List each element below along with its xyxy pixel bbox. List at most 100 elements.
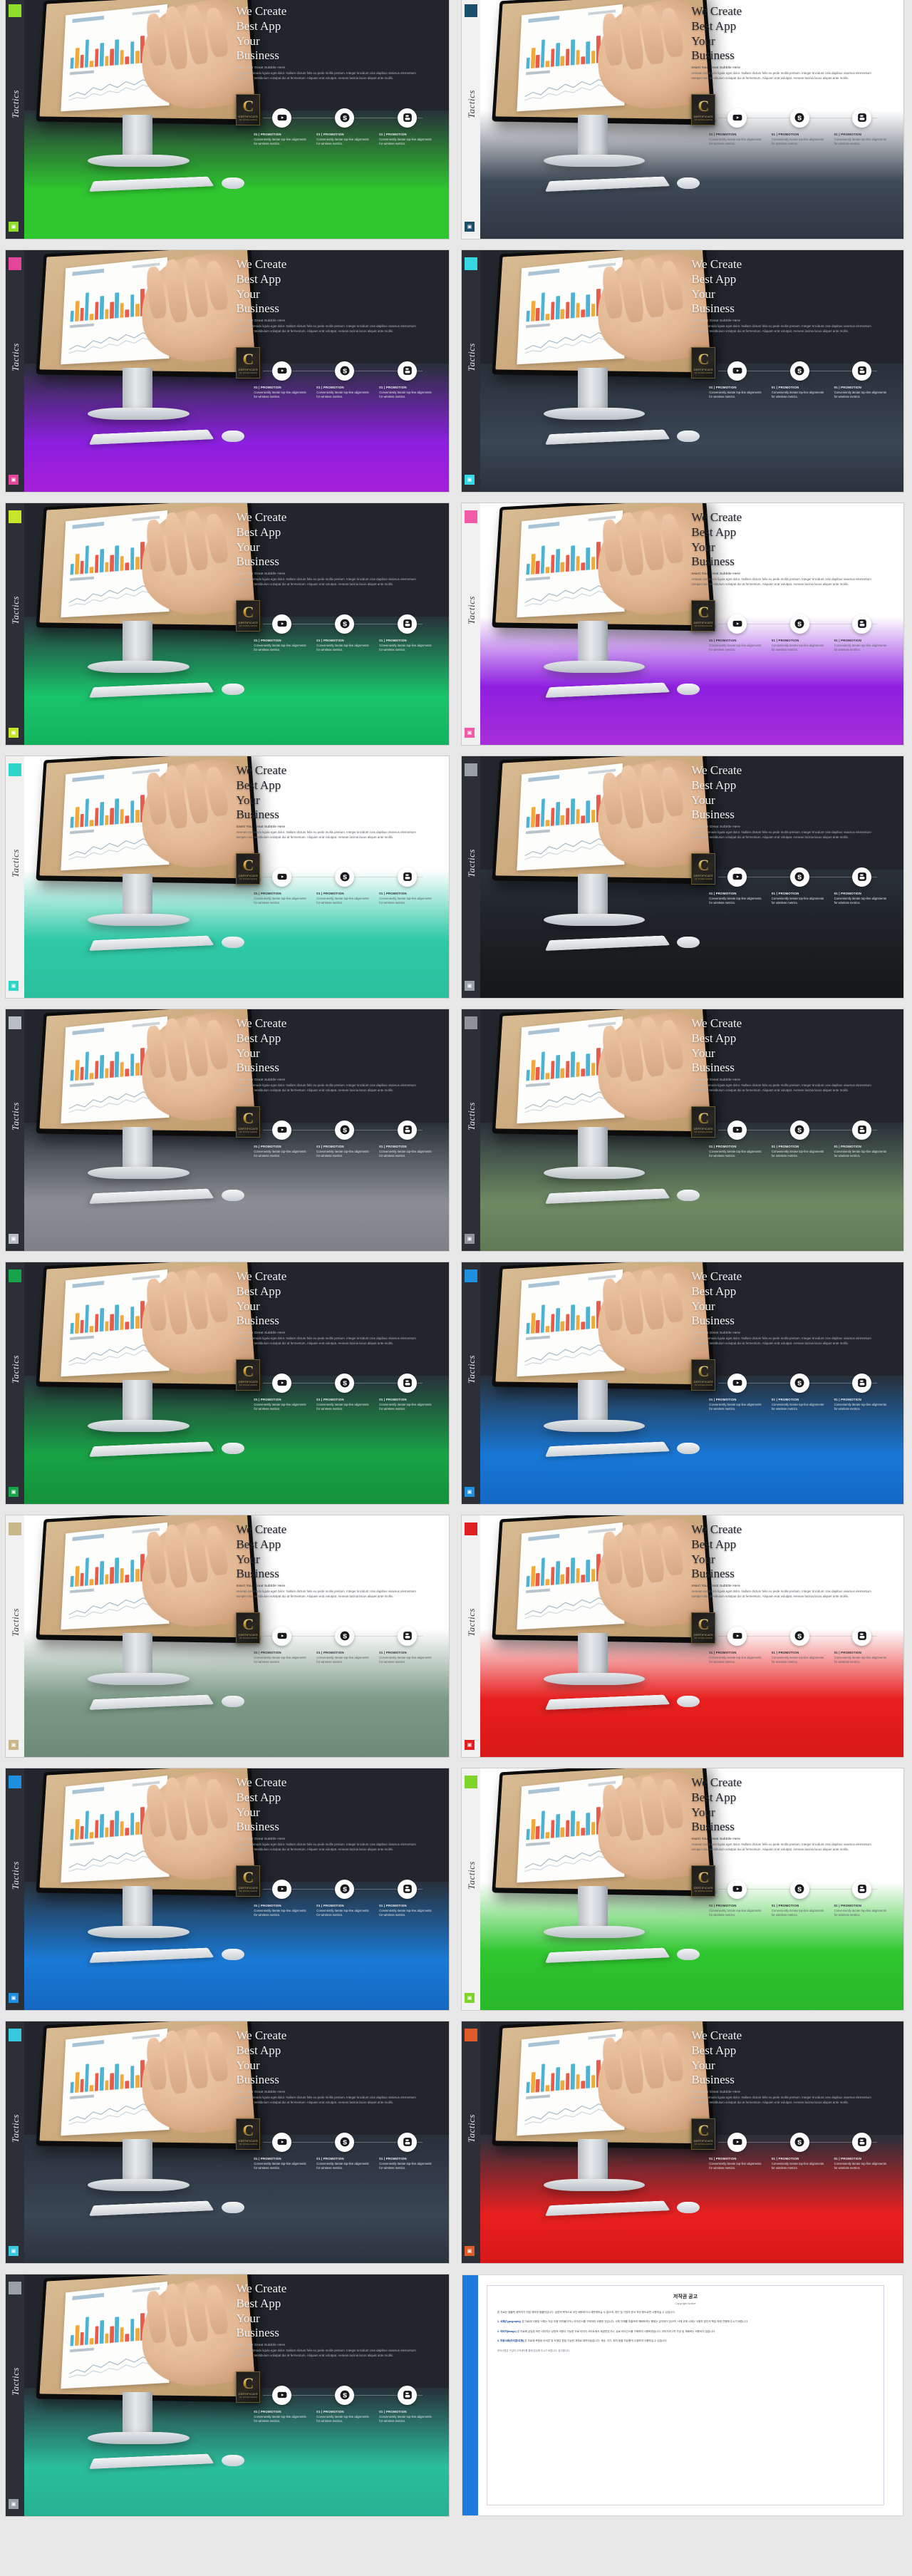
promo-item-1[interactable]: 01 | PROMOTION Conveniently iterate top-… xyxy=(254,867,310,906)
promo-item-1[interactable]: 01 | PROMOTION Conveniently iterate top-… xyxy=(254,614,310,653)
youtube-play-icon[interactable] xyxy=(272,1120,291,1140)
slide-thumbnail-19[interactable]: Tactics ▣ We Create Best App Your Busine… xyxy=(6,2274,449,2516)
promo-item-2[interactable]: 01 | PROMOTION Conveniently iterate top-… xyxy=(316,1627,373,1665)
promo-item-1[interactable]: 01 | PROMOTION Conveniently iterate top-… xyxy=(709,108,765,147)
promo-item-2[interactable]: 01 | PROMOTION Conveniently iterate top-… xyxy=(316,361,373,400)
promo-item-3[interactable]: 01 | PROMOTION Conveniently iterate top-… xyxy=(834,1374,891,1412)
youtube-play-icon[interactable] xyxy=(272,1880,291,1899)
slide-thumbnail-10[interactable]: Tactics ▣ We Create Best App Your Busine… xyxy=(462,1009,903,1251)
slide-thumbnail-5[interactable]: Tactics ▣ We Create Best App Your Busine… xyxy=(6,503,449,745)
blogger-icon[interactable] xyxy=(398,867,417,887)
blogger-icon[interactable] xyxy=(398,1880,417,1899)
youtube-play-icon[interactable] xyxy=(727,1880,747,1899)
blogger-icon[interactable] xyxy=(398,614,417,634)
promo-item-3[interactable]: 01 | PROMOTION Conveniently iterate top-… xyxy=(834,614,891,653)
skype-icon[interactable] xyxy=(790,108,809,128)
youtube-play-icon[interactable] xyxy=(272,108,291,128)
skype-icon[interactable] xyxy=(790,2133,809,2152)
promo-item-3[interactable]: 01 | PROMOTION Conveniently iterate top-… xyxy=(379,1627,435,1665)
promo-item-2[interactable]: 01 | PROMOTION Conveniently iterate top-… xyxy=(316,2133,373,2171)
blogger-icon[interactable] xyxy=(852,1880,871,1899)
skype-icon[interactable] xyxy=(335,867,354,887)
promo-item-1[interactable]: 01 | PROMOTION Conveniently iterate top-… xyxy=(709,867,765,906)
slide-thumbnail-7[interactable]: Tactics ▣ We Create Best App Your Busine… xyxy=(6,756,449,998)
slide-thumbnail-8[interactable]: Tactics ▣ We Create Best App Your Busine… xyxy=(462,756,903,998)
promo-item-1[interactable]: 01 | PROMOTION Conveniently iterate top-… xyxy=(709,614,765,653)
promo-item-2[interactable]: 01 | PROMOTION Conveniently iterate top-… xyxy=(316,108,373,147)
promo-item-2[interactable]: 01 | PROMOTION Conveniently iterate top-… xyxy=(772,361,828,400)
blogger-icon[interactable] xyxy=(398,1120,417,1140)
promo-item-2[interactable]: 01 | PROMOTION Conveniently iterate top-… xyxy=(316,614,373,653)
youtube-play-icon[interactable] xyxy=(727,2133,747,2152)
promo-item-3[interactable]: 01 | PROMOTION Conveniently iterate top-… xyxy=(379,614,435,653)
skype-icon[interactable] xyxy=(335,1627,354,1646)
blogger-icon[interactable] xyxy=(398,1374,417,1393)
youtube-play-icon[interactable] xyxy=(272,1627,291,1646)
blogger-icon[interactable] xyxy=(398,1627,417,1646)
skype-icon[interactable] xyxy=(335,1880,354,1899)
slide-thumbnail-6[interactable]: Tactics ▣ We Create Best App Your Busine… xyxy=(462,503,903,745)
slide-thumbnail-13[interactable]: Tactics ▣ We Create Best App Your Busine… xyxy=(6,1515,449,1757)
blogger-icon[interactable] xyxy=(852,867,871,887)
promo-item-3[interactable]: 01 | PROMOTION Conveniently iterate top-… xyxy=(379,1120,435,1159)
copyright-slide[interactable]: 저작권 공고 Copyright Notice 본 자료는 템플릿 제작자가 직… xyxy=(462,2274,903,2516)
skype-icon[interactable] xyxy=(790,1880,809,1899)
promo-item-1[interactable]: 01 | PROMOTION Conveniently iterate top-… xyxy=(254,1120,310,1159)
promo-item-3[interactable]: 01 | PROMOTION Conveniently iterate top-… xyxy=(379,1880,435,1918)
promo-item-1[interactable]: 01 | PROMOTION Conveniently iterate top-… xyxy=(254,108,310,147)
promo-item-3[interactable]: 01 | PROMOTION Conveniently iterate top-… xyxy=(379,2133,435,2171)
youtube-play-icon[interactable] xyxy=(272,2133,291,2152)
promo-item-1[interactable]: 01 | PROMOTION Conveniently iterate top-… xyxy=(709,2133,765,2171)
promo-item-3[interactable]: 01 | PROMOTION Conveniently iterate top-… xyxy=(834,1627,891,1665)
youtube-play-icon[interactable] xyxy=(727,1120,747,1140)
promo-item-2[interactable]: 01 | PROMOTION Conveniently iterate top-… xyxy=(316,867,373,906)
slide-thumbnail-9[interactable]: Tactics ▣ We Create Best App Your Busine… xyxy=(6,1009,449,1251)
promo-item-1[interactable]: 01 | PROMOTION Conveniently iterate top-… xyxy=(709,1880,765,1918)
promo-item-3[interactable]: 01 | PROMOTION Conveniently iterate top-… xyxy=(379,867,435,906)
blogger-icon[interactable] xyxy=(852,1627,871,1646)
slide-thumbnail-15[interactable]: Tactics ▣ We Create Best App Your Busine… xyxy=(6,1768,449,2010)
blogger-icon[interactable] xyxy=(852,614,871,634)
youtube-play-icon[interactable] xyxy=(727,108,747,128)
skype-icon[interactable] xyxy=(335,361,354,381)
blogger-icon[interactable] xyxy=(398,108,417,128)
skype-icon[interactable] xyxy=(335,1374,354,1393)
promo-item-1[interactable]: 01 | PROMOTION Conveniently iterate top-… xyxy=(709,361,765,400)
promo-item-1[interactable]: 01 | PROMOTION Conveniently iterate top-… xyxy=(709,1120,765,1159)
promo-item-1[interactable]: 01 | PROMOTION Conveniently iterate top-… xyxy=(254,2386,310,2424)
promo-item-3[interactable]: 01 | PROMOTION Conveniently iterate top-… xyxy=(379,2386,435,2424)
promo-item-1[interactable]: 01 | PROMOTION Conveniently iterate top-… xyxy=(709,1374,765,1412)
slide-thumbnail-11[interactable]: Tactics ▣ We Create Best App Your Busine… xyxy=(6,1262,449,1504)
promo-item-3[interactable]: 01 | PROMOTION Conveniently iterate top-… xyxy=(379,361,435,400)
promo-item-3[interactable]: 01 | PROMOTION Conveniently iterate top-… xyxy=(834,361,891,400)
promo-item-1[interactable]: 01 | PROMOTION Conveniently iterate top-… xyxy=(254,361,310,400)
slide-thumbnail-16[interactable]: Tactics ▣ We Create Best App Your Busine… xyxy=(462,1768,903,2010)
skype-icon[interactable] xyxy=(335,614,354,634)
promo-item-3[interactable]: 01 | PROMOTION Conveniently iterate top-… xyxy=(379,108,435,147)
promo-item-2[interactable]: 01 | PROMOTION Conveniently iterate top-… xyxy=(772,2133,828,2171)
promo-item-1[interactable]: 01 | PROMOTION Conveniently iterate top-… xyxy=(254,1627,310,1665)
promo-item-3[interactable]: 01 | PROMOTION Conveniently iterate top-… xyxy=(379,1374,435,1412)
promo-item-2[interactable]: 01 | PROMOTION Conveniently iterate top-… xyxy=(772,614,828,653)
promo-item-2[interactable]: 01 | PROMOTION Conveniently iterate top-… xyxy=(316,1880,373,1918)
promo-item-3[interactable]: 01 | PROMOTION Conveniently iterate top-… xyxy=(834,108,891,147)
youtube-play-icon[interactable] xyxy=(727,614,747,634)
promo-item-1[interactable]: 01 | PROMOTION Conveniently iterate top-… xyxy=(254,1880,310,1918)
youtube-play-icon[interactable] xyxy=(272,2386,291,2405)
skype-icon[interactable] xyxy=(335,2133,354,2152)
slide-thumbnail-4[interactable]: Tactics ▣ We Create Best App Your Busine… xyxy=(462,250,903,492)
slide-thumbnail-12[interactable]: Tactics ▣ We Create Best App Your Busine… xyxy=(462,1262,903,1504)
skype-icon[interactable] xyxy=(790,1627,809,1646)
promo-item-2[interactable]: 01 | PROMOTION Conveniently iterate top-… xyxy=(316,1120,373,1159)
promo-item-2[interactable]: 01 | PROMOTION Conveniently iterate top-… xyxy=(316,2386,373,2424)
skype-icon[interactable] xyxy=(790,1374,809,1393)
promo-item-2[interactable]: 01 | PROMOTION Conveniently iterate top-… xyxy=(316,1374,373,1412)
blogger-icon[interactable] xyxy=(398,2133,417,2152)
youtube-play-icon[interactable] xyxy=(727,361,747,381)
blogger-icon[interactable] xyxy=(852,361,871,381)
promo-item-2[interactable]: 01 | PROMOTION Conveniently iterate top-… xyxy=(772,1627,828,1665)
blogger-icon[interactable] xyxy=(852,2133,871,2152)
slide-thumbnail-17[interactable]: Tactics ▣ We Create Best App Your Busine… xyxy=(6,2021,449,2263)
promo-item-3[interactable]: 01 | PROMOTION Conveniently iterate top-… xyxy=(834,1120,891,1159)
promo-item-2[interactable]: 01 | PROMOTION Conveniently iterate top-… xyxy=(772,108,828,147)
